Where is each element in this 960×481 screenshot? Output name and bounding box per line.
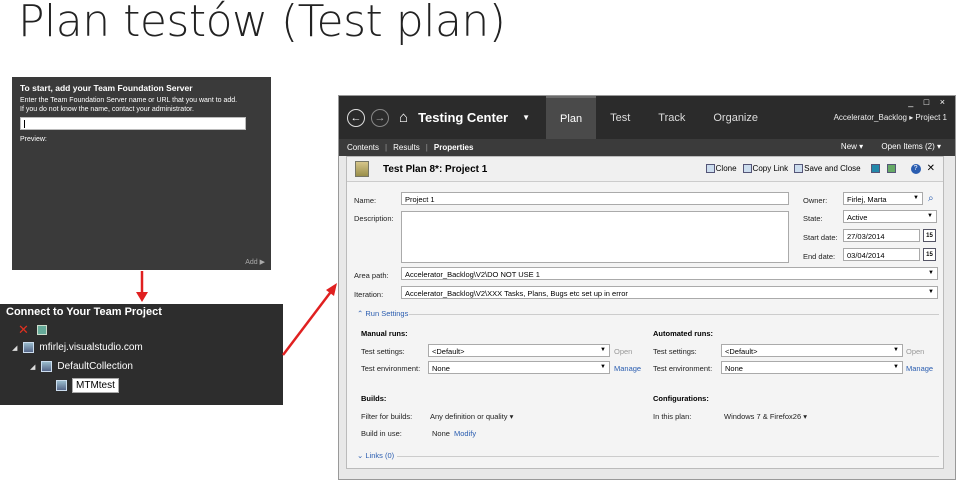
start-date-input[interactable]: 27/03/2014	[843, 229, 920, 242]
iteration-select[interactable]: Accelerator_Backlog\V2\XXX Tasks, Plans,…	[401, 286, 938, 299]
forward-arrow-icon[interactable]: →	[371, 108, 389, 127]
area-path-label: Area path:	[354, 271, 389, 280]
end-date-label: End date:	[803, 252, 836, 261]
separator: |	[425, 143, 428, 152]
subtab-contents[interactable]: Contents	[347, 143, 379, 152]
save-and-close-button[interactable]: Save and Close	[794, 164, 861, 174]
owner-select[interactable]: Firlej, Marta	[843, 192, 923, 205]
automated-runs-heading: Automated runs:	[653, 329, 713, 338]
separator: |	[385, 143, 388, 152]
test-environment-label: Test environment:	[361, 364, 421, 373]
owner-label: Owner:	[803, 196, 828, 205]
configurations-select[interactable]: Windows 7 & Firefox26 ▾	[724, 412, 807, 421]
manual-runs-heading: Manual runs:	[361, 329, 408, 338]
iteration-label: Iteration:	[354, 290, 384, 299]
tab-organize[interactable]: Organize	[699, 96, 772, 139]
manual-test-environment-select[interactable]: None	[428, 361, 610, 374]
test-settings-label: Test settings:	[361, 347, 405, 356]
copy-link-icon	[742, 164, 752, 174]
test-plan-panel: Test Plan 8*: Project 1 Clone Copy Link …	[346, 156, 944, 469]
close-icon[interactable]: ✕	[927, 163, 935, 174]
filter-for-builds-select[interactable]: Any definition or quality ▾	[430, 412, 513, 421]
back-arrow-icon[interactable]: ←	[347, 108, 365, 127]
sub-navigation-bar: Contents | Results | Properties New ▾ Op…	[339, 139, 955, 156]
tab-plan[interactable]: Plan	[546, 96, 597, 139]
run-settings-toggle[interactable]: ⌃ Run Settings	[357, 309, 408, 318]
breadcrumb[interactable]: Accelerator_Backlog ▸ Project 1	[834, 113, 947, 122]
divider	[397, 456, 939, 457]
open-items-menu[interactable]: Open Items (2) ▾	[881, 142, 941, 151]
open-link[interactable]: Open	[906, 347, 924, 356]
in-this-plan-label: In this plan:	[653, 412, 692, 421]
area-path-select[interactable]: Accelerator_Backlog\V2\DO NOT USE 1	[401, 267, 938, 280]
divider	[409, 314, 939, 315]
save-icon	[794, 164, 804, 174]
clone-button[interactable]: Clone	[705, 164, 737, 174]
name-label: Name:	[354, 196, 377, 205]
test-plan-icon	[355, 161, 369, 177]
state-label: State:	[803, 214, 823, 223]
build-in-use-label: Build in use:	[361, 429, 402, 438]
auto-test-settings-select[interactable]: <Default>	[721, 344, 903, 357]
links-toggle[interactable]: ⌄ Links (0)	[357, 451, 394, 460]
subtab-results[interactable]: Results	[393, 143, 420, 152]
window-controls[interactable]: _ □ ×	[908, 97, 949, 107]
description-textarea[interactable]	[401, 211, 789, 263]
panel-header: Test Plan 8*: Project 1 Clone Copy Link …	[347, 157, 943, 182]
configurations-heading: Configurations:	[653, 394, 709, 403]
open-link[interactable]: Open	[614, 347, 632, 356]
clone-icon	[705, 164, 715, 174]
manage-link[interactable]: Manage	[614, 364, 641, 373]
calendar-icon[interactable]: 15	[923, 229, 936, 242]
app-title[interactable]: Testing Center	[418, 110, 508, 125]
manual-test-settings-select[interactable]: <Default>	[428, 344, 610, 357]
plan-title: Test Plan 8*: Project 1	[383, 163, 488, 175]
description-label: Description:	[354, 214, 394, 223]
center-dropdown-icon[interactable]: ▼	[522, 113, 530, 122]
name-input[interactable]: Project 1	[401, 192, 789, 205]
refresh-icon[interactable]	[886, 164, 896, 173]
filter-for-builds-label: Filter for builds:	[361, 412, 413, 421]
calendar-icon[interactable]: 15	[923, 248, 936, 261]
tab-track[interactable]: Track	[644, 96, 699, 139]
auto-test-environment-select[interactable]: None	[721, 361, 903, 374]
subtab-properties[interactable]: Properties	[434, 143, 474, 152]
state-select[interactable]: Active	[843, 210, 937, 223]
test-environment-label: Test environment:	[653, 364, 713, 373]
top-navigation-bar: ← → ⌂ Testing Center ▼ Plan Test Track O…	[339, 96, 955, 139]
tab-test[interactable]: Test	[596, 96, 644, 139]
home-icon[interactable]: ⌂	[399, 109, 408, 126]
builds-heading: Builds:	[361, 394, 387, 403]
start-date-label: Start date:	[803, 233, 838, 242]
save-icon[interactable]	[870, 164, 880, 173]
modify-link[interactable]: Modify	[454, 429, 476, 438]
end-date-input[interactable]: 03/04/2014	[843, 248, 920, 261]
diagonal-arrow-line	[282, 288, 334, 356]
new-menu[interactable]: New ▾	[841, 142, 863, 151]
down-arrow-head	[136, 292, 148, 302]
mtm-window: ← → ⌂ Testing Center ▼ Plan Test Track O…	[338, 95, 956, 480]
copy-link-button[interactable]: Copy Link	[742, 164, 788, 174]
manage-link[interactable]: Manage	[906, 364, 933, 373]
search-icon[interactable]: ⌕	[928, 193, 934, 204]
test-settings-label: Test settings:	[653, 347, 697, 356]
build-in-use-value: None	[432, 429, 450, 438]
help-icon[interactable]: ?	[910, 163, 921, 174]
